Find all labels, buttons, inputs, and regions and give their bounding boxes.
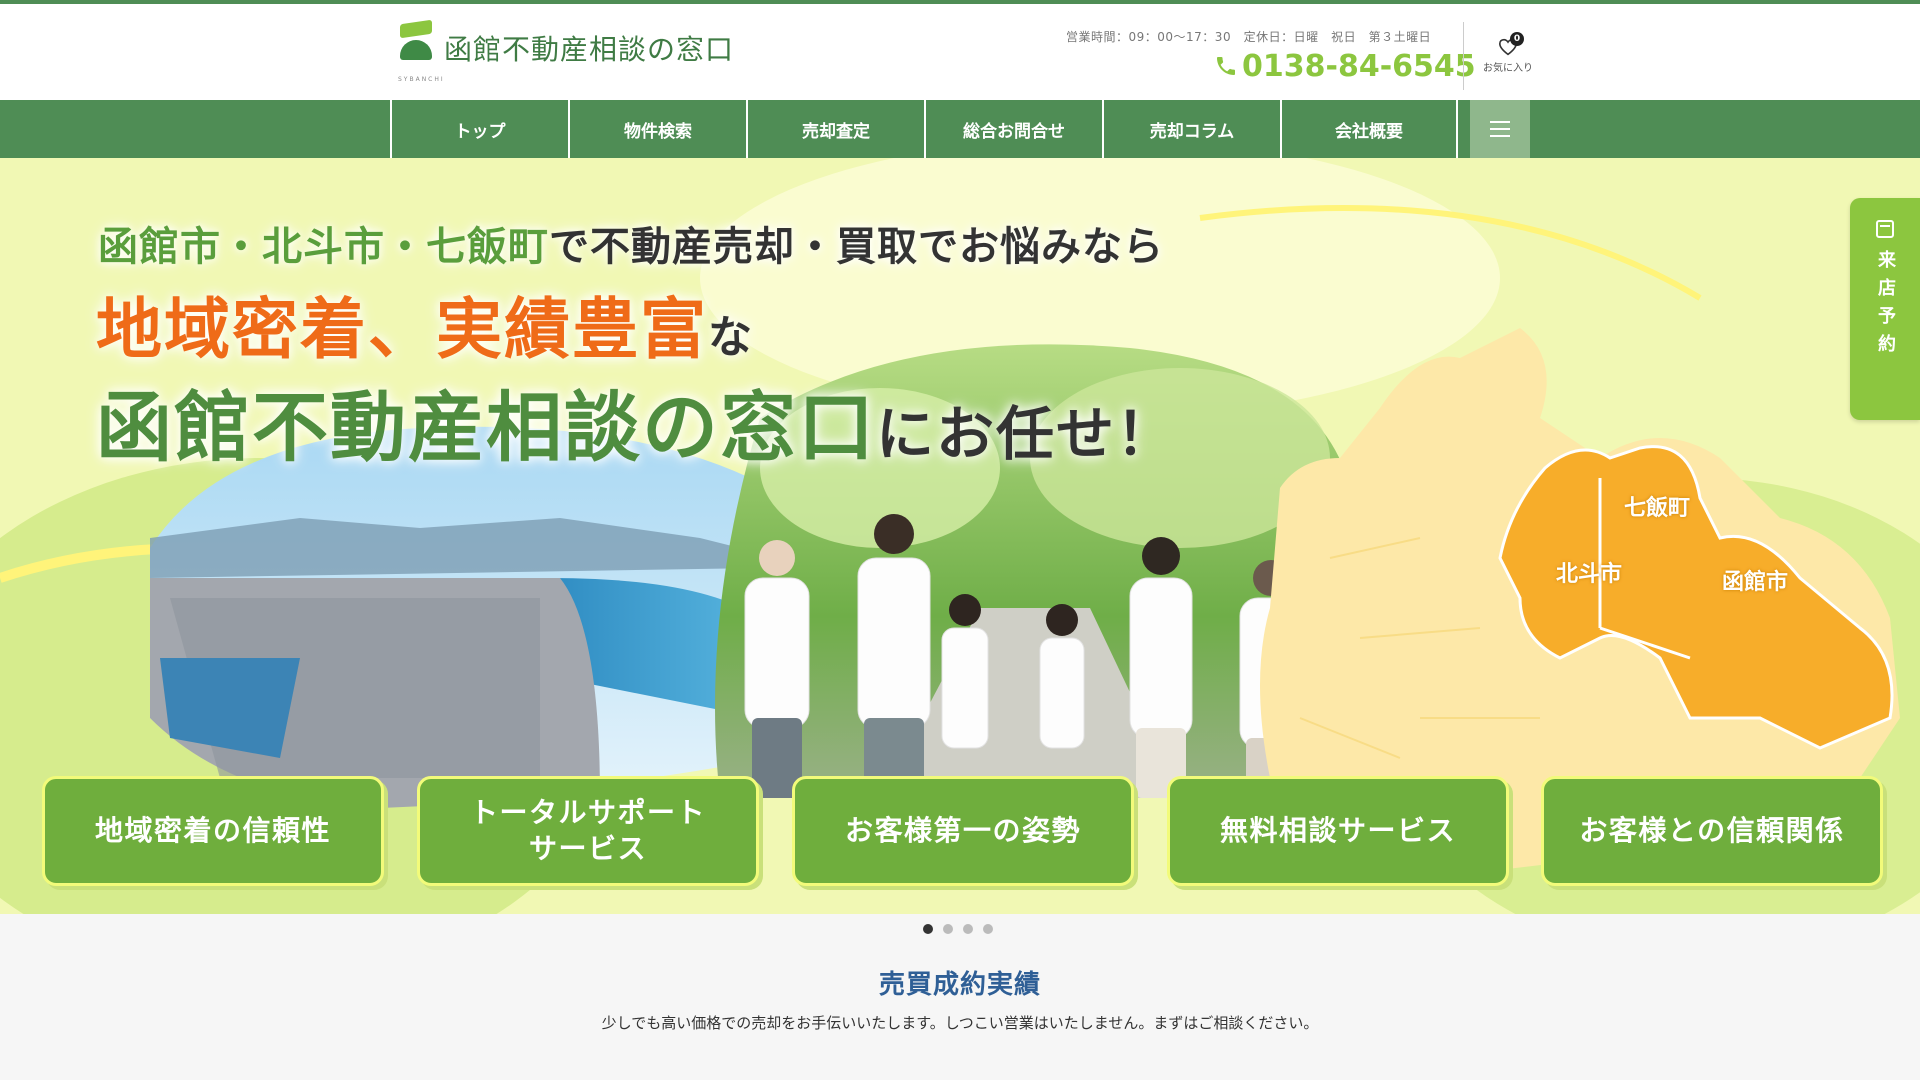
- logo-mark-icon: SYBANCHI: [398, 19, 443, 83]
- hero-copy-line1-text: で不動産売却・買取でお悩みなら: [549, 224, 1164, 270]
- calendar-icon: [1876, 220, 1894, 238]
- nav-item-top[interactable]: トップ: [390, 100, 568, 158]
- feature-card-customer-first[interactable]: お客様第一の姿勢: [792, 776, 1134, 886]
- slider-dot-4[interactable]: [983, 924, 993, 934]
- feature-card-total-support[interactable]: トータルサポート サービス: [417, 776, 759, 886]
- nav-item-company[interactable]: 会社概要: [1280, 100, 1458, 158]
- hero-copy-line2: 地域密着、実績豊富な: [96, 276, 754, 372]
- map-label-nanae: 七飯町: [1624, 496, 1691, 521]
- feature-card-label: 地域密着の信頼性: [94, 814, 331, 848]
- hero-copy-line1: 函館市・北斗市・七飯町で不動産売却・買取でお悩みなら: [98, 214, 1164, 272]
- hero-copy-line3-brand: 函館不動産相談の窓口: [96, 383, 876, 472]
- feature-card-label: お客様との信頼関係: [1579, 814, 1845, 848]
- main-nav: トップ 物件検索 売却査定 総合お問合せ 売却コラム 会社概要: [0, 100, 1920, 158]
- map-label-hokuto: 北斗市: [1556, 562, 1623, 587]
- favorites-count-badge: 0: [1510, 32, 1524, 46]
- slider-dot-3[interactable]: [963, 924, 973, 934]
- hero-copy-line2-highlight: 地域密着、実績豊富: [96, 291, 708, 368]
- phone-number[interactable]: 0138-84-6545: [1214, 48, 1476, 84]
- store-visit-reservation-tab[interactable]: 来店予約: [1850, 198, 1920, 420]
- feature-card-label: 無料相談サービス: [1219, 814, 1456, 848]
- feature-card-local-trust[interactable]: 地域密着の信頼性: [42, 776, 384, 886]
- section-description: 少しでも高い価格での売却をお手伝いいたします。しつこい営業はいたしません。まずは…: [601, 1014, 1319, 1032]
- hamburger-icon[interactable]: [1470, 100, 1530, 158]
- logo-subtext: SYBANCHI: [398, 76, 445, 83]
- feature-card-customer-relationship[interactable]: お客様との信頼関係: [1541, 776, 1883, 886]
- feature-card-free-consultation[interactable]: 無料相談サービス: [1167, 776, 1509, 886]
- phone-icon: [1217, 57, 1235, 75]
- favorites-label: お気に入り: [1483, 63, 1533, 74]
- logo-text: 函館不動産相談の窓口: [444, 33, 735, 66]
- phone-number-text: 0138-84-6545: [1242, 48, 1476, 84]
- header-divider: [1463, 22, 1464, 90]
- slider-dot-1[interactable]: [923, 924, 933, 934]
- map-label-hakodate: 函館市: [1722, 570, 1789, 595]
- feature-card-label: トータルサポート サービス: [469, 796, 706, 865]
- nav-item-sale-column[interactable]: 売却コラム: [1102, 100, 1280, 158]
- hero-copy-line1-areas: 函館市・北斗市・七飯町: [98, 224, 549, 270]
- slider-dot-2[interactable]: [943, 924, 953, 934]
- site-logo[interactable]: SYBANCHI 函館不動産相談の窓口: [398, 19, 738, 86]
- business-hours: 営業時間：09：00〜17：30 定休日：日曜 祝日 第３土曜日: [1066, 30, 1432, 44]
- hero-copy-line2-text: な: [708, 312, 754, 363]
- hero-copy-line3: 函館不動産相談の窓口にお任せ！: [96, 366, 1176, 476]
- section-title: 売買成約実績: [878, 970, 1041, 1000]
- nav-item-contact[interactable]: 総合お問合せ: [924, 100, 1102, 158]
- slider-pagination: [923, 924, 993, 934]
- store-visit-reservation-label: 来店予約: [1875, 250, 1896, 362]
- heart-icon: 0: [1496, 32, 1524, 56]
- feature-card-label: お客様第一の姿勢: [844, 814, 1081, 848]
- hero-copy-line3-text: にお任せ！: [876, 400, 1177, 468]
- nav-item-property-search[interactable]: 物件検索: [568, 100, 746, 158]
- site-header: SYBANCHI 函館不動産相談の窓口 営業時間：09：00〜17：30 定休日…: [0, 4, 1920, 100]
- nav-item-sale-appraisal[interactable]: 売却査定: [746, 100, 924, 158]
- favorites-button[interactable]: 0 お気に入り: [1478, 32, 1538, 74]
